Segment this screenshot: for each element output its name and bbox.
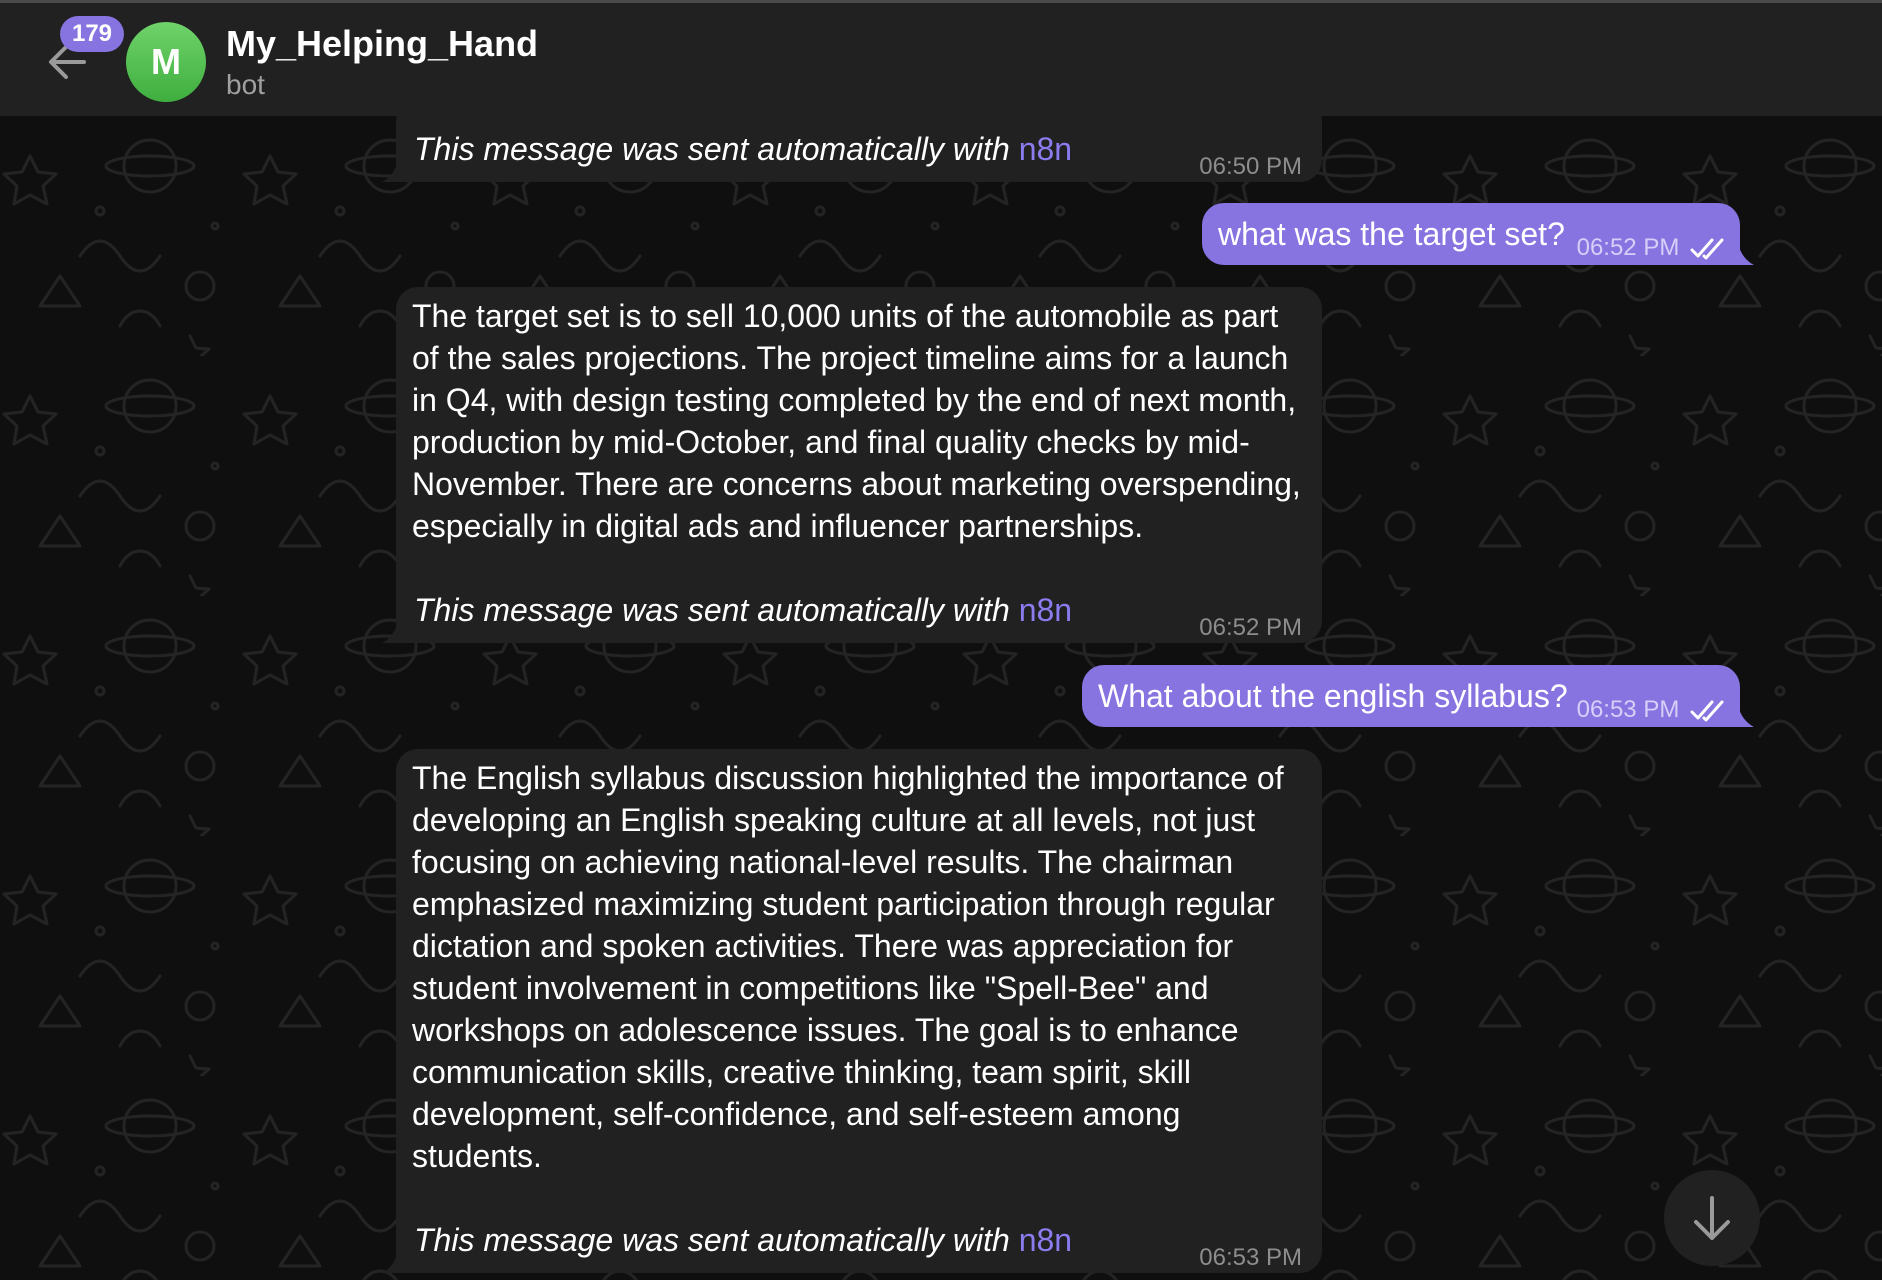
message-text: The target set is to sell 10,000 units o… (412, 298, 1301, 544)
message-footer: This message was sent automatically with… (414, 589, 1072, 631)
message-text: what was the target set? (1218, 216, 1565, 252)
message-time-wrap: 06:52 PM (1577, 227, 1726, 269)
arrow-down-icon (1694, 1196, 1730, 1240)
n8n-link[interactable]: n8n (1019, 592, 1072, 628)
bubble-tail (382, 621, 398, 643)
chat-title[interactable]: My_Helping_Hand (226, 23, 538, 65)
footer-text: This message was sent automatically with (414, 1222, 1019, 1258)
message-time: 06:52 PM (1199, 614, 1302, 641)
bubble-tail (1738, 705, 1754, 727)
chat-window: 179 M My_Helping_Hand bot This message w… (0, 0, 1882, 1280)
double-check-icon (1690, 700, 1724, 722)
avatar[interactable]: M (126, 22, 206, 102)
n8n-link[interactable]: n8n (1019, 1222, 1072, 1258)
message-footer: This message was sent automatically with… (414, 128, 1072, 170)
message-time: 06:53 PM (1199, 1244, 1302, 1271)
message-text: The English syllabus discussion highligh… (412, 760, 1284, 1174)
bubble-tail (1738, 243, 1754, 265)
bubble-tail (382, 160, 398, 182)
n8n-link[interactable]: n8n (1019, 131, 1072, 167)
message-footer: This message was sent automatically with… (414, 1219, 1072, 1261)
message-text: What about the english syllabus? (1098, 678, 1568, 714)
scroll-down-button[interactable] (1664, 1170, 1760, 1266)
chat-subtitle: bot (226, 69, 265, 100)
message-bubble-incoming[interactable]: The English syllabus discussion highligh… (382, 749, 1322, 1273)
footer-text: This message was sent automatically with (414, 131, 1019, 167)
unread-count-badge: 179 (60, 16, 124, 52)
message-bubble-incoming[interactable]: The target set is to sell 10,000 units o… (382, 287, 1322, 643)
double-check-icon (1690, 238, 1724, 260)
message-bubble-outgoing[interactable]: What about the english syllabus? 06:53 P… (1082, 665, 1754, 727)
message-bubble-outgoing[interactable]: what was the target set? 06:52 PM (1202, 203, 1754, 265)
message-time: 06:52 PM (1576, 234, 1680, 261)
message-time-wrap: 06:53 PM (1577, 689, 1726, 731)
message-time: 06:53 PM (1576, 696, 1680, 723)
chat-header: 179 M My_Helping_Hand bot (0, 0, 1882, 116)
footer-text: This message was sent automatically with (414, 592, 1019, 628)
message-time: 06:50 PM (1199, 153, 1302, 180)
bubble-tail (382, 1251, 398, 1273)
